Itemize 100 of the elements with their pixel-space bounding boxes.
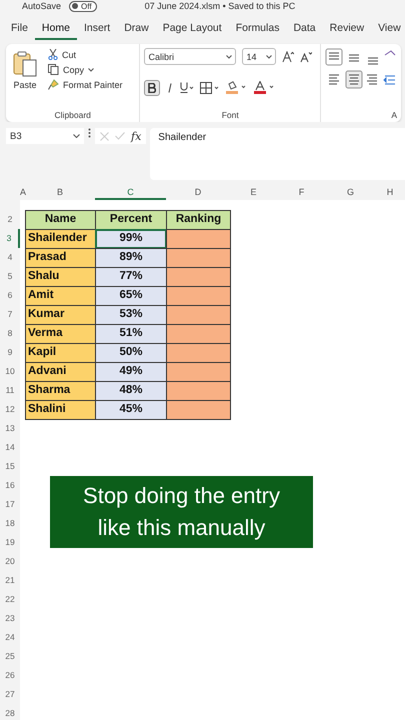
row-header[interactable]: 19 (0, 533, 20, 552)
bold-button[interactable] (144, 80, 160, 96)
borders-icon (200, 82, 220, 94)
column-header[interactable]: E (230, 186, 277, 200)
row-header[interactable]: 10 (0, 362, 20, 381)
table-cell: 65% (95, 286, 167, 306)
autosave-toggle[interactable]: Off (69, 0, 97, 12)
table-header-cell: Name (25, 210, 96, 230)
row-header[interactable]: 12 (0, 400, 20, 419)
copy-button[interactable]: Copy (46, 63, 125, 76)
table-header-cell: Percent (95, 210, 167, 230)
group-label: Font (220, 110, 240, 120)
column-header[interactable]: F (277, 186, 326, 200)
table-cell: Kumar (25, 305, 96, 325)
font-size-dropdown[interactable]: 14 (242, 48, 276, 65)
table-header-cell: Ranking (166, 210, 231, 230)
row-header[interactable]: 21 (0, 571, 20, 590)
grow-font-icon (282, 50, 294, 62)
row-header[interactable]: 6 (0, 286, 20, 305)
caption-text: like this manually (98, 515, 266, 541)
table-cell: 77% (95, 267, 167, 287)
column-header[interactable]: C (95, 186, 166, 200)
table-cell: 53% (95, 305, 167, 325)
row-header[interactable]: 3 (0, 229, 20, 248)
row-header[interactable]: 7 (0, 305, 20, 324)
ranking-cell (166, 286, 231, 306)
row-header[interactable]: 26 (0, 666, 20, 685)
ranking-cell (166, 229, 231, 249)
ribbon-tab[interactable]: View (371, 18, 405, 40)
row-header[interactable]: 5 (0, 267, 20, 286)
column-header[interactable]: A (20, 186, 25, 200)
bold-icon (148, 82, 156, 92)
caret-icon (88, 68, 94, 72)
format-painter-button[interactable]: Format Painter (46, 78, 125, 91)
table-cell: Verma (25, 324, 96, 344)
column-header[interactable]: B (25, 186, 95, 200)
row-header[interactable]: 9 (0, 343, 20, 362)
copy-icon (48, 64, 59, 75)
autosave-label: AutoSave (22, 1, 62, 11)
ribbon-tab[interactable]: Review (322, 18, 372, 40)
row-header[interactable]: 28 (0, 704, 20, 720)
ranking-cell (166, 267, 231, 287)
row-header[interactable]: 27 (0, 685, 20, 704)
row-header[interactable]: 15 (0, 457, 20, 476)
ribbon-tab[interactable]: Data (286, 18, 323, 40)
font-name-dropdown[interactable]: Calibri (144, 48, 236, 65)
table-cell: Advani (25, 362, 96, 382)
table-cell: 50% (95, 343, 167, 363)
row-header[interactable]: 20 (0, 552, 20, 571)
clipboard-icon (12, 50, 38, 78)
cancel-icon[interactable] (100, 132, 109, 140)
ranking-cell (166, 324, 231, 344)
cut-button[interactable]: Cut (46, 48, 125, 61)
formula-field[interactable]: Shailender (150, 128, 405, 180)
shrink-font-icon (300, 50, 312, 62)
ribbon-tab[interactable]: Home (34, 18, 77, 40)
group-label: Clipboard (54, 110, 92, 120)
ribbon-tab[interactable]: File (4, 18, 35, 40)
column-header[interactable]: G (326, 186, 375, 200)
ribbon-tab[interactable]: Page Layout (156, 18, 229, 40)
table-cell: Shalu (25, 267, 96, 287)
row-header[interactable]: 14 (0, 438, 20, 457)
font-color-icon (254, 81, 276, 94)
table-cell: 99% (95, 229, 167, 249)
row-header[interactable]: 17 (0, 495, 20, 514)
ranking-cell (166, 248, 231, 268)
row-header[interactable]: 24 (0, 628, 20, 647)
caption-text: Stop doing the entry (83, 483, 280, 509)
insert-function-button[interactable]: fx (131, 130, 142, 142)
scissors-icon (48, 49, 58, 60)
table-cell: 48% (95, 381, 167, 401)
row-header[interactable]: 2 (0, 210, 20, 229)
row-header[interactable]: 22 (0, 590, 20, 609)
caret-icon (226, 54, 232, 58)
ribbon-tab[interactable]: Formulas (228, 18, 286, 40)
alignment-icons-drawing (325, 48, 397, 90)
table-cell: Amit (25, 286, 96, 306)
row-header[interactable]: 25 (0, 647, 20, 666)
row-header[interactable]: 23 (0, 609, 20, 628)
caret-icon (73, 134, 80, 138)
row-header[interactable]: 8 (0, 324, 20, 343)
file-title: 07 June 2024.xlsm • Saved to this PC (144, 1, 296, 11)
table-cell: 49% (95, 362, 167, 382)
caret-icon (266, 54, 272, 58)
column-header[interactable]: D (166, 186, 230, 200)
ribbon-tab[interactable]: Draw (117, 18, 156, 40)
row-header[interactable]: 13 (0, 419, 20, 438)
paste-button[interactable]: Paste (10, 48, 40, 92)
name-box[interactable]: B3 (6, 128, 84, 144)
check-icon[interactable] (115, 132, 125, 140)
row-header[interactable]: 4 (0, 248, 20, 267)
row-header[interactable]: 18 (0, 514, 20, 533)
column-header[interactable]: H (375, 186, 405, 200)
table-cell: Prasad (25, 248, 96, 268)
ribbon-tab[interactable]: Insert (76, 18, 118, 40)
underline-icon (180, 82, 194, 93)
row-header[interactable]: 16 (0, 476, 20, 495)
table-cell: Shailender (25, 229, 96, 249)
table-cell: 45% (95, 400, 167, 420)
row-header[interactable]: 11 (0, 381, 20, 400)
